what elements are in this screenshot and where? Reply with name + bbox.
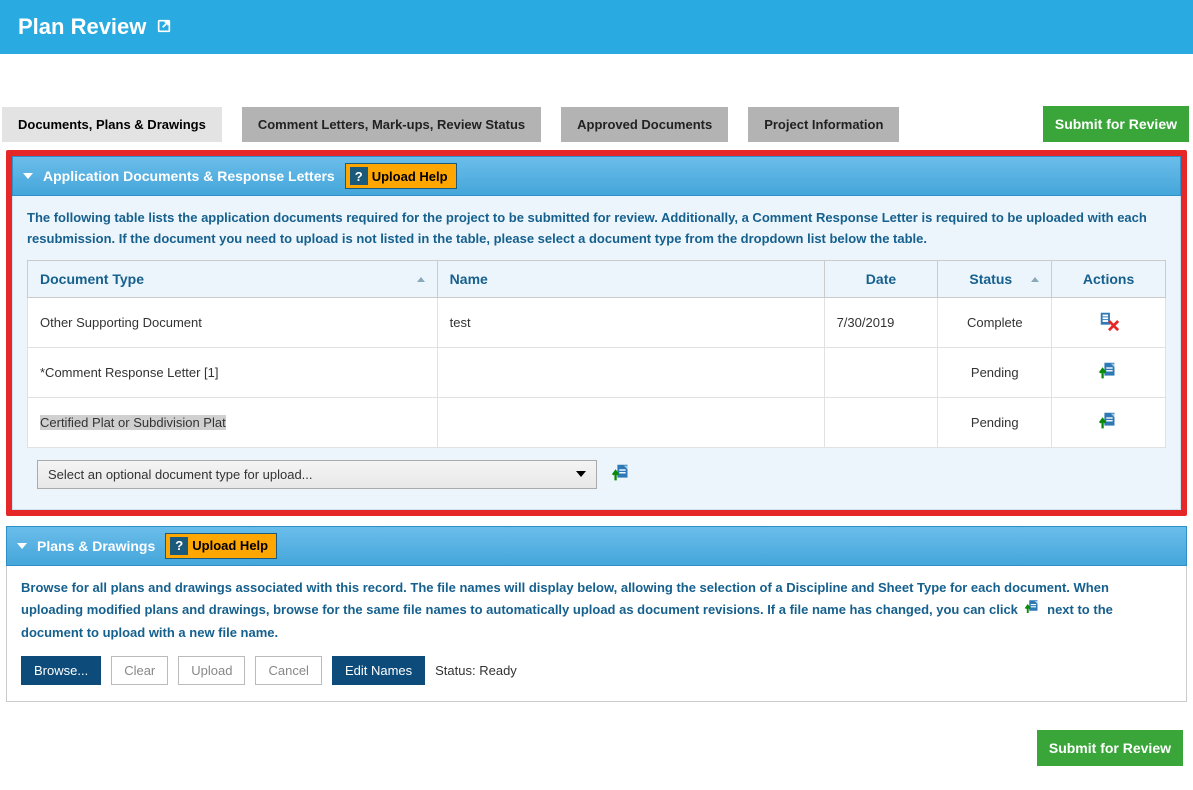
- cell-doc-type: Certified Plat or Subdivision Plat: [28, 397, 438, 447]
- section-body-plans-drawings: Browse for all plans and drawings associ…: [6, 566, 1187, 702]
- optional-document-type-select[interactable]: Select an optional document type for upl…: [37, 460, 597, 489]
- cell-date: [824, 397, 938, 447]
- sort-asc-icon: [1031, 277, 1039, 282]
- cell-actions: [1052, 347, 1166, 397]
- table-row: *Comment Response Letter [1] Pending: [28, 347, 1166, 397]
- question-mark-icon: ?: [170, 537, 188, 555]
- footer: Submit for Review: [4, 702, 1189, 776]
- optional-upload-row: Select an optional document type for upl…: [27, 448, 1166, 493]
- col-status[interactable]: Status: [938, 260, 1052, 297]
- section-intro-text: The following table lists the applicatio…: [27, 208, 1166, 250]
- cell-actions: [1052, 397, 1166, 447]
- tabs: Documents, Plans & Drawings Comment Lett…: [2, 107, 1043, 142]
- upload-document-icon[interactable]: [1098, 420, 1120, 435]
- upload-button[interactable]: Upload: [178, 656, 245, 685]
- cell-name: [437, 347, 824, 397]
- table-row: Certified Plat or Subdivision Plat Pendi…: [28, 397, 1166, 447]
- plans-intro-text: Browse for all plans and drawings associ…: [21, 578, 1172, 644]
- cell-doc-type: *Comment Response Letter [1]: [28, 347, 438, 397]
- chevron-down-icon: [17, 543, 27, 549]
- upload-document-icon: [1024, 598, 1042, 623]
- upload-help-button[interactable]: ? Upload Help: [345, 163, 457, 189]
- chevron-down-icon: [576, 471, 586, 477]
- open-in-new-icon[interactable]: [156, 14, 172, 40]
- section-title: Application Documents & Response Letters: [43, 168, 335, 184]
- tab-project-information[interactable]: Project Information: [748, 107, 899, 142]
- col-document-type[interactable]: Document Type: [28, 260, 438, 297]
- sort-asc-icon: [417, 277, 425, 282]
- tab-documents-plans-drawings[interactable]: Documents, Plans & Drawings: [2, 107, 222, 142]
- tabs-row: Documents, Plans & Drawings Comment Lett…: [0, 106, 1193, 142]
- cell-status: Pending: [938, 397, 1052, 447]
- cell-status: Pending: [938, 347, 1052, 397]
- section-header-application-documents[interactable]: Application Documents & Response Letters…: [12, 156, 1181, 196]
- submit-for-review-button-footer[interactable]: Submit for Review: [1037, 730, 1183, 766]
- tab-approved-documents[interactable]: Approved Documents: [561, 107, 728, 142]
- select-placeholder: Select an optional document type for upl…: [48, 467, 313, 482]
- documents-table: Document Type Name Date Status Actions: [27, 260, 1166, 448]
- delete-document-icon[interactable]: [1098, 320, 1120, 335]
- edit-names-button[interactable]: Edit Names: [332, 656, 425, 685]
- upload-help-label: Upload Help: [372, 169, 448, 184]
- upload-status: Status: Ready: [435, 663, 517, 678]
- submit-for-review-button[interactable]: Submit for Review: [1043, 106, 1189, 142]
- upload-document-icon[interactable]: [1098, 370, 1120, 385]
- col-name[interactable]: Name: [437, 260, 824, 297]
- cell-doc-type: Other Supporting Document: [28, 297, 438, 347]
- col-actions: Actions: [1052, 260, 1166, 297]
- question-mark-icon: ?: [350, 167, 368, 185]
- page-title: Plan Review: [18, 14, 146, 40]
- tab-comment-letters[interactable]: Comment Letters, Mark-ups, Review Status: [242, 107, 541, 142]
- header-bar: Plan Review: [0, 0, 1193, 54]
- table-row: Other Supporting Document test 7/30/2019…: [28, 297, 1166, 347]
- section-body-application-documents: The following table lists the applicatio…: [12, 196, 1181, 510]
- chevron-down-icon: [23, 173, 33, 179]
- cell-date: [824, 347, 938, 397]
- browse-button[interactable]: Browse...: [21, 656, 101, 685]
- section-header-plans-drawings[interactable]: Plans & Drawings ? Upload Help: [6, 526, 1187, 566]
- cell-date: 7/30/2019: [824, 297, 938, 347]
- section-title: Plans & Drawings: [37, 538, 155, 554]
- cell-name: [437, 397, 824, 447]
- upload-optional-document-icon[interactable]: [611, 462, 633, 487]
- cell-actions: [1052, 297, 1166, 347]
- upload-help-label: Upload Help: [192, 538, 268, 553]
- col-date[interactable]: Date: [824, 260, 938, 297]
- clear-button[interactable]: Clear: [111, 656, 168, 685]
- upload-help-button[interactable]: ? Upload Help: [165, 533, 277, 559]
- highlight-callout: Application Documents & Response Letters…: [6, 150, 1187, 516]
- plans-button-row: Browse... Clear Upload Cancel Edit Names…: [21, 656, 1172, 685]
- cell-status: Complete: [938, 297, 1052, 347]
- cancel-button[interactable]: Cancel: [255, 656, 321, 685]
- cell-name: test: [437, 297, 824, 347]
